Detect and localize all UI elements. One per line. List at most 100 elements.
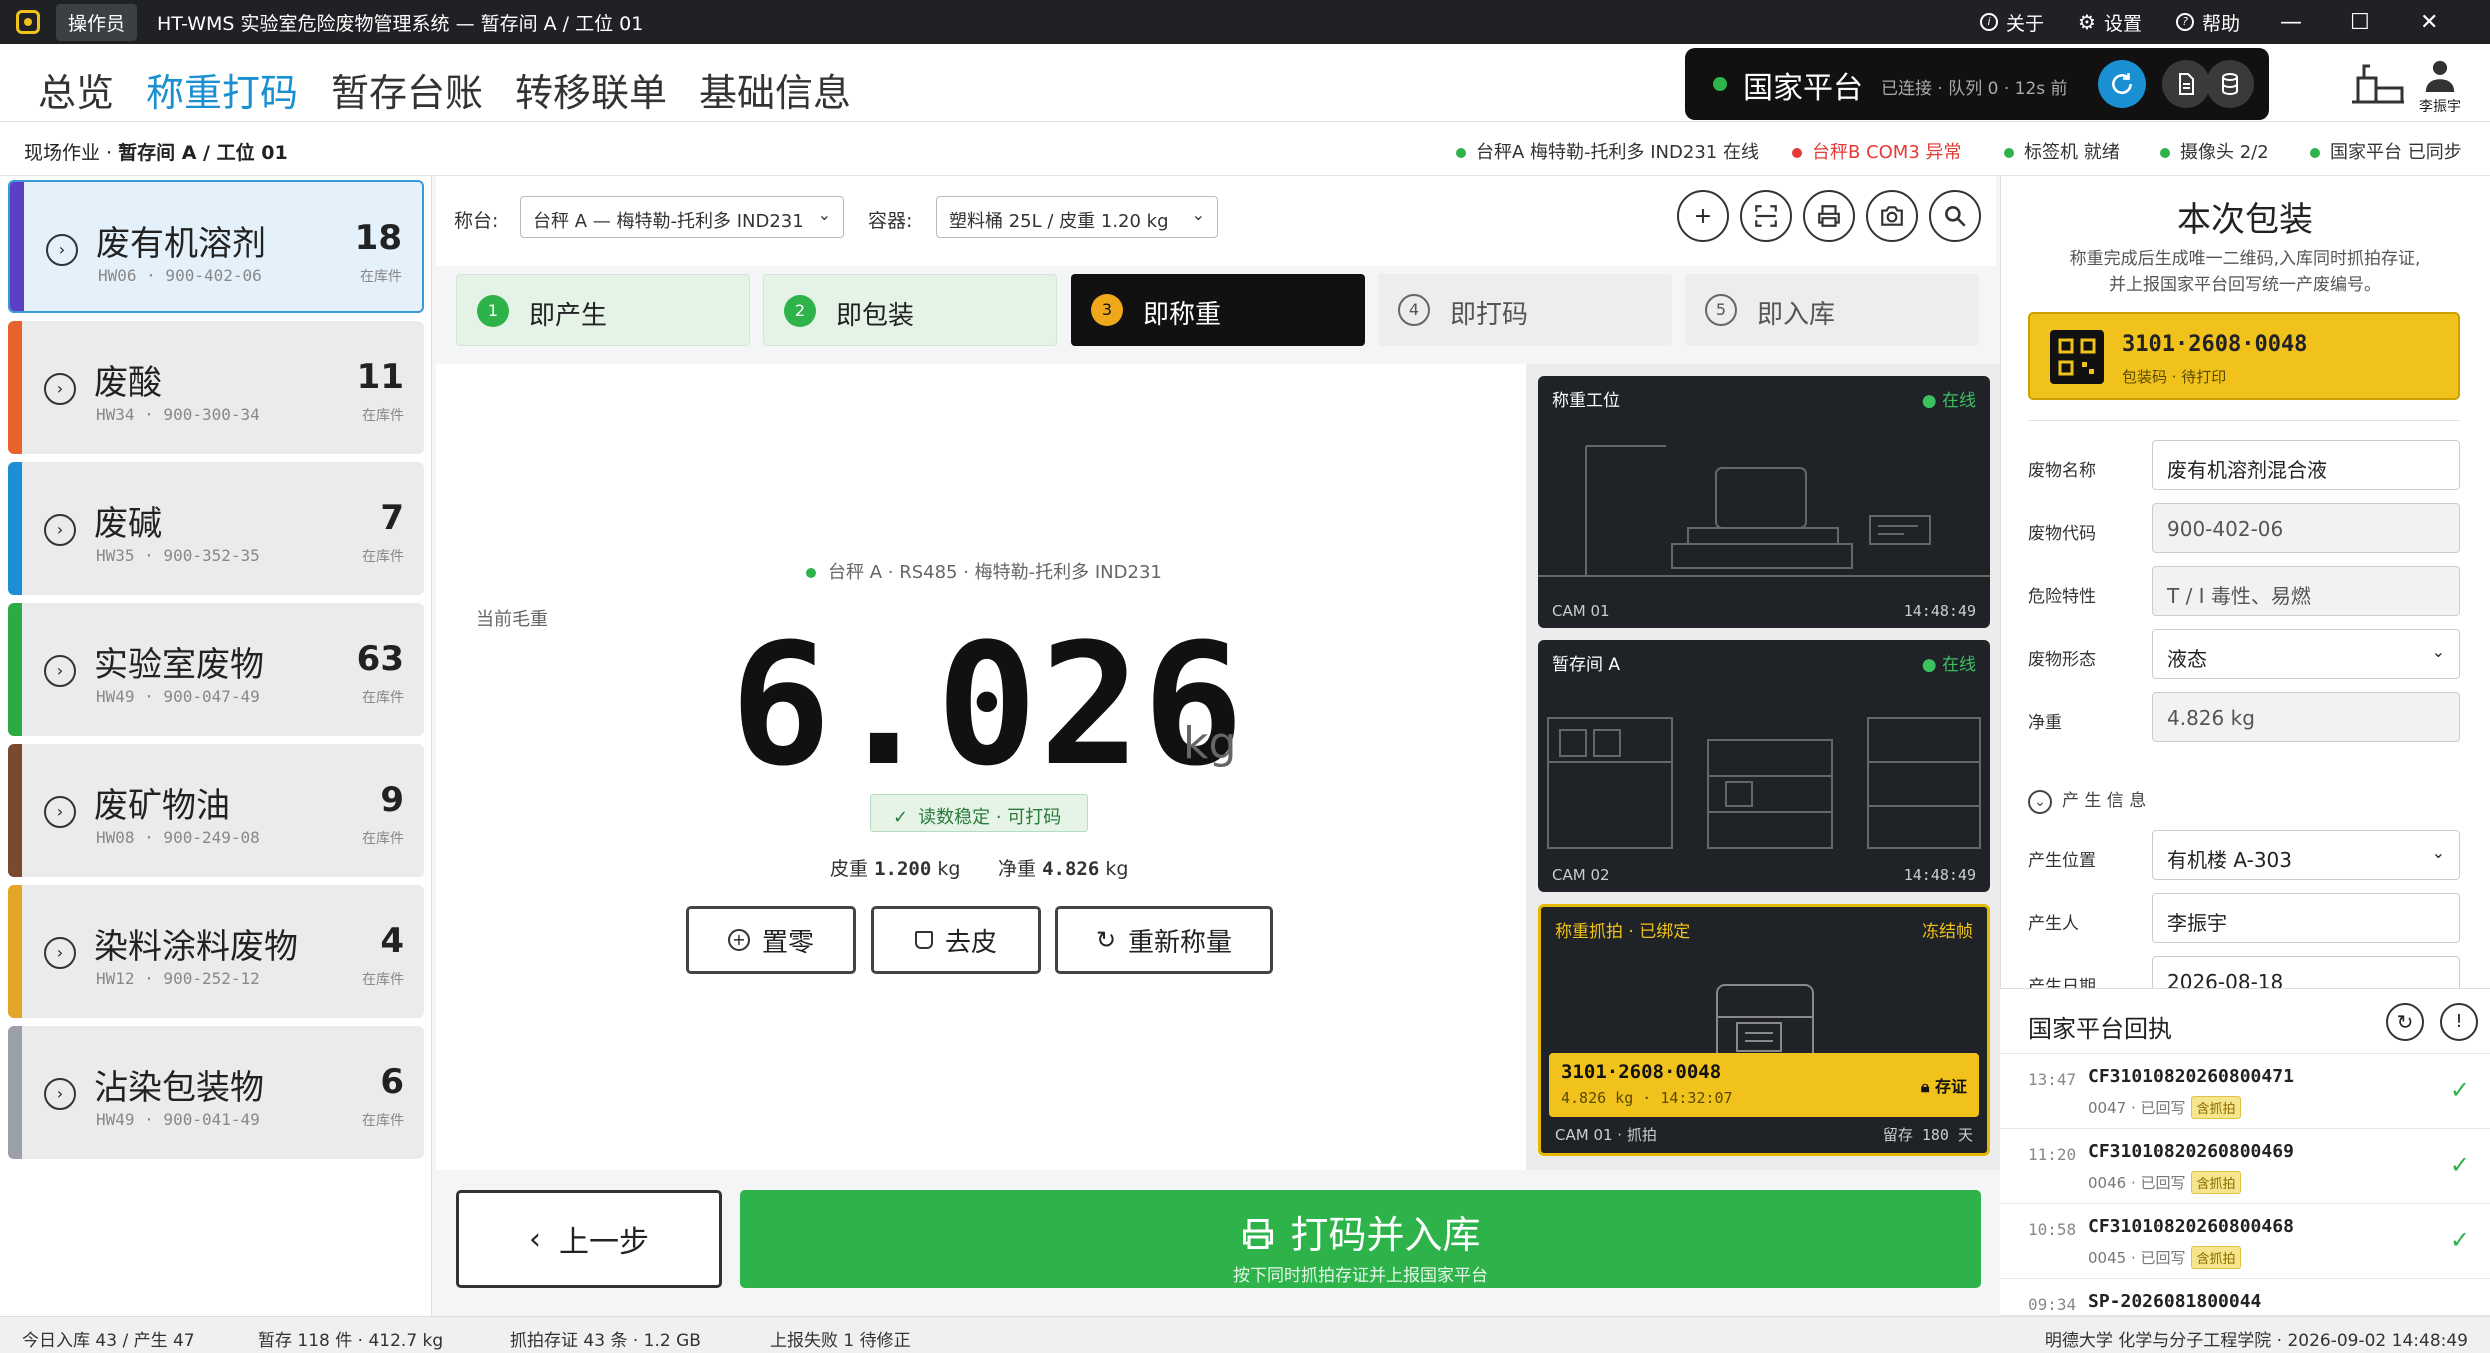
step-print[interactable]: 4 即打码 — [1378, 274, 1672, 346]
receipts-title: 国家平台回执 — [2028, 1015, 2172, 1043]
user-avatar-icon — [2425, 60, 2455, 92]
receipt-sub: 0045 · 已回写 含抓拍 — [2088, 1246, 2241, 1269]
nav-storage-ledger[interactable]: 暂存台账 — [331, 62, 483, 117]
waste-category-card[interactable]: › 废碱 HW35 · 900-352-35 7 在库件 — [8, 462, 424, 595]
package-code-card[interactable]: 3101·2608·0048 包装码 · 待打印 — [2028, 312, 2460, 400]
gross-weight-value: 6.026 — [730, 607, 1246, 803]
nav-basic-info[interactable]: 基础信息 — [699, 62, 851, 117]
minimize-button[interactable]: — — [2280, 10, 2350, 35]
camera-id: CAM 02 — [1552, 866, 1610, 884]
device-status-scale-a: 台秤A 梅特勒-托利多 IND231 在线 — [1456, 138, 1759, 164]
net-weight-field[interactable]: 4.826 kg — [2152, 692, 2460, 742]
origin-location-select[interactable]: 有机楼 A-303 ⌄ — [2152, 830, 2460, 880]
refresh-button[interactable] — [2098, 60, 2146, 108]
gross-weight-unit: kg — [1183, 718, 1237, 769]
step-generate[interactable]: 1 即产生 — [456, 274, 750, 346]
tare-button[interactable]: 去皮 — [871, 906, 1041, 974]
waste-category-card[interactable]: › 沾染包装物 HW49 · 900-041-49 6 在库件 — [8, 1026, 424, 1159]
receipts-info-icon[interactable]: ! — [2440, 1003, 2478, 1041]
net-value: 4.826 — [1042, 858, 1100, 880]
status-dot — [806, 568, 816, 578]
camera-snapshot[interactable]: 称重抓拍 · 已绑定 冻结帧 3101·2608·0048 4.826 kg · … — [1538, 904, 1990, 1156]
settings-button[interactable]: ⚙ 设置 — [2078, 9, 2142, 36]
step-label: 即包装 — [836, 301, 915, 331]
production-date-field[interactable]: 2026-08-18 — [2152, 956, 2460, 988]
waste-category-card[interactable]: › 废酸 HW34 · 900-300-34 11 在库件 — [8, 321, 424, 454]
chevron-right-icon: › — [44, 514, 76, 546]
receipt-item[interactable]: 10:58 CF31010820260800468 0045 · 已回写 含抓拍 ✓ — [2000, 1204, 2490, 1279]
category-color-bar — [8, 603, 22, 736]
document-icon — [2179, 73, 2194, 95]
step-label: 即入库 — [1757, 300, 1836, 330]
plus-circle-icon: + — [727, 929, 750, 951]
status-text: 国家平台 已同步 — [2330, 142, 2462, 163]
breadcrumb-current: 暂存间 A / 工位 01 — [118, 142, 288, 164]
status-text: 台秤B COM3 异常 — [1812, 142, 1962, 163]
camera-feed-storage[interactable]: 暂存间 A ● 在线 CAM 02 14:48:49 — [1538, 640, 1990, 892]
step-store[interactable]: 5 即入库 — [1685, 274, 1979, 346]
category-count: 7 — [380, 498, 404, 538]
hazard-field[interactable]: T / I 毒性、易燃 — [2152, 566, 2460, 616]
scale-select[interactable]: 台秤 A — 梅特勒-托利多 IND231 ⌄ — [520, 196, 844, 238]
document-button[interactable] — [2162, 60, 2210, 108]
step-weigh[interactable]: 3 即称重 — [1071, 274, 1365, 346]
camera-feed-weigh[interactable]: 称重工位 ● 在线 CAM 01 14:48:49 — [1538, 376, 1990, 628]
help-label: 帮助 — [2201, 12, 2240, 35]
waste-code-field[interactable]: 900-402-06 — [2152, 503, 2460, 553]
container-select[interactable]: 塑料桶 25L / 皮重 1.20 kg ⌄ — [936, 196, 1218, 238]
add-button[interactable]: + — [1677, 190, 1729, 242]
waste-form-select[interactable]: 液态 ⌄ — [2152, 629, 2460, 679]
step-package[interactable]: 2 即包装 — [763, 274, 1057, 346]
waste-category-card[interactable]: › 废有机溶剂 HW06 · 900-402-06 18 在库件 — [8, 180, 424, 313]
producer-field[interactable]: 李振宇 — [2152, 893, 2460, 943]
category-color-bar — [8, 321, 22, 454]
receipt-id: CF31010820260800471 — [2088, 1066, 2294, 1087]
camera-icon — [1881, 206, 1903, 226]
receipt-item[interactable]: 09:34 SP-2026081800044 — [2000, 1279, 2490, 1316]
receipt-status: 0045 · 已回写 — [2088, 1249, 2186, 1267]
reweigh-button[interactable]: ↻ 重新称量 — [1055, 906, 1273, 974]
origin-section-toggle[interactable]: ⌄ 产 生 信 息 — [2028, 786, 2146, 814]
category-color-bar — [10, 182, 24, 311]
database-button[interactable] — [2206, 60, 2254, 108]
nav-weigh-print[interactable]: 称重打码 — [146, 62, 298, 117]
receipt-time: 10:58 — [2028, 1220, 2077, 1239]
footer-failures[interactable]: 上报失败 1 待修正 — [770, 1326, 911, 1351]
about-button[interactable]: i 关于 — [1980, 9, 2044, 36]
close-button[interactable]: ✕ — [2420, 10, 2490, 35]
package-desc-1: 称重完成后生成唯一二维码,入库同时抓拍存证, — [2069, 249, 2421, 269]
maximize-button[interactable]: ☐ — [2350, 10, 2420, 35]
scan-button[interactable] — [1740, 190, 1792, 242]
waste-category-card[interactable]: › 实验室废物 HW49 · 900-047-49 63 在库件 — [8, 603, 424, 736]
scale-select-value: 台秤 A — 梅特勒-托利多 IND231 — [533, 211, 804, 232]
print-and-store-button[interactable]: 打码并入库 按下同时抓拍存证并上报国家平台 — [740, 1190, 1981, 1288]
waste-name-field[interactable]: 废有机溶剂混合液 — [2152, 440, 2460, 490]
receipt-item[interactable]: 13:47 CF31010820260800471 0047 · 已回写 含抓拍 ✓ — [2000, 1054, 2490, 1129]
zero-button[interactable]: + 置零 — [686, 906, 856, 974]
camera-button[interactable] — [1866, 190, 1918, 242]
nav-transfer[interactable]: 转移联单 — [515, 62, 667, 117]
chevron-left-icon: ‹ — [529, 1221, 541, 1257]
production-date-label: 产生日期 — [2028, 977, 2096, 988]
waste-category-card[interactable]: › 染料涂料废物 HW12 · 900-252-12 4 在库件 — [8, 885, 424, 1018]
search-button[interactable] — [1929, 190, 1981, 242]
tare-value: 1.200 — [874, 858, 932, 880]
tare-unit: kg — [937, 858, 961, 880]
info-icon: i — [1980, 13, 1999, 31]
evidence-lock: 🔒︎ 存证 — [1921, 1073, 1967, 1097]
receipt-item[interactable]: 11:20 CF31010820260800469 0046 · 已回写 含抓拍 ✓ — [2000, 1129, 2490, 1204]
nav-overview[interactable]: 总览 — [38, 62, 114, 117]
user-menu[interactable]: 李振宇 — [2410, 58, 2470, 116]
net-unit: kg — [1105, 858, 1129, 880]
receipt-status: 0046 · 已回写 — [2088, 1174, 2186, 1192]
category-name: 废酸 — [94, 363, 162, 403]
camera-id: CAM 01 · 抓拍 — [1555, 1126, 1657, 1144]
help-button[interactable]: ? 帮助 — [2175, 9, 2240, 36]
workstation-icon[interactable] — [2348, 60, 2408, 110]
receipts-refresh-icon[interactable]: ↻ — [2386, 1003, 2424, 1041]
user-name: 李振宇 — [2419, 99, 2461, 115]
print-button[interactable] — [1803, 190, 1855, 242]
previous-step-button[interactable]: ‹ 上一步 — [456, 1190, 722, 1288]
chevron-right-icon: › — [44, 796, 76, 828]
waste-category-card[interactable]: › 废矿物油 HW08 · 900-249-08 9 在库件 — [8, 744, 424, 877]
